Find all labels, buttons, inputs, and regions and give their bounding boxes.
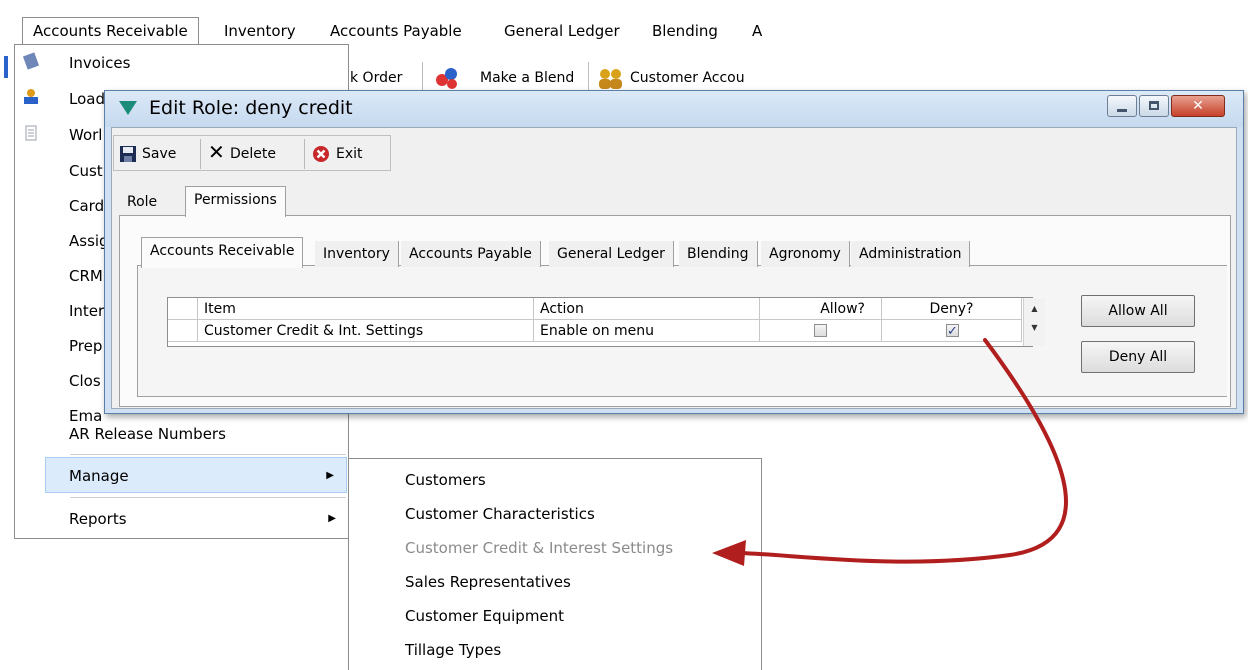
dialog-title: Edit Role: deny credit [149,97,353,119]
maximize-icon [1149,101,1159,110]
submenu-arrow-icon: ▶ [326,470,334,481]
menu-general-ledger[interactable]: General Ledger [494,17,630,45]
save-icon [120,146,136,162]
cell-item[interactable]: Customer Credit & Int. Settings [198,320,534,342]
menu-inventory[interactable]: Inventory [214,17,306,45]
dialog-title-bar[interactable]: Edit Role: deny credit ✕ [105,91,1243,127]
allow-all-button[interactable]: Allow All [1081,295,1195,327]
toolbar-divider [304,139,305,169]
menu-item-reports-label: Reports [69,510,127,528]
subtab-blending[interactable]: Blending [679,241,758,267]
menu-divider [70,497,346,498]
customer-accounts-label: Customer Accou [630,70,745,86]
annotation-arrow [712,338,1068,566]
row-header-corner [168,298,198,320]
menu-accounts-receivable[interactable]: Accounts Receivable [22,17,199,47]
subtab-accounts-payable[interactable]: Accounts Payable [401,241,541,267]
app-logo-icon [119,101,137,115]
tab-permissions[interactable]: Permissions [185,186,286,217]
subtab-inventory[interactable]: Inventory [315,241,399,267]
menu-more[interactable]: A [742,17,772,45]
save-label: Save [142,146,177,162]
close-button[interactable]: ✕ [1171,95,1225,117]
scroll-up-icon[interactable]: ▲ [1024,304,1045,313]
window-edge [0,56,10,80]
subtab-general-ledger[interactable]: General Ledger [549,241,674,267]
exit-icon [313,146,329,162]
work-order-button[interactable]: k Order [350,66,402,90]
tab-role[interactable]: Role [119,189,166,215]
subtab-administration[interactable]: Administration [851,241,971,267]
submenu-item-customer-equipment[interactable]: Customer Equipment [349,599,761,633]
submenu-arrow-icon: ▶ [328,513,336,524]
column-header-action: Action [534,298,760,320]
menu-divider [70,454,346,455]
dialog-toolbar: Save ✕ Delete Exit [113,135,391,171]
submenu-item-tillage-types[interactable]: Tillage Types [349,633,761,667]
column-header-item: Item [198,298,534,320]
menu-bar: Accounts Receivable Inventory Accounts P… [14,14,774,47]
column-header-allow: Allow? [760,298,882,320]
minimize-button[interactable] [1107,95,1137,117]
toolbar-divider [200,139,201,169]
menu-accounts-payable[interactable]: Accounts Payable [320,17,472,45]
minimize-icon [1117,109,1127,112]
column-header-deny: Deny? [882,298,1022,320]
menu-item-manage-label: Manage [69,467,129,485]
menu-blending[interactable]: Blending [642,17,728,45]
exit-label: Exit [336,146,363,162]
subtab-agronomy[interactable]: Agronomy [761,241,850,267]
delete-label: Delete [230,146,276,162]
make-blend-label: Make a Blend [480,70,575,86]
maximize-button[interactable] [1139,95,1169,117]
deny-all-button[interactable]: Deny All [1081,341,1195,373]
users-icon [599,69,622,89]
blend-icon [436,68,457,89]
close-icon: ✕ [1192,98,1204,114]
menu-item-ar-release-numbers[interactable]: AR Release Numbers [15,416,348,452]
row-selector[interactable] [168,320,198,342]
menu-item-reports[interactable]: Reports ▶ [15,501,348,537]
menu-item-manage[interactable]: Manage ▶ [45,457,347,493]
delete-icon: ✕ [208,140,225,164]
menu-item-invoices[interactable]: Invoices [15,45,348,81]
subtab-accounts-receivable[interactable]: Accounts Receivable [141,237,304,268]
